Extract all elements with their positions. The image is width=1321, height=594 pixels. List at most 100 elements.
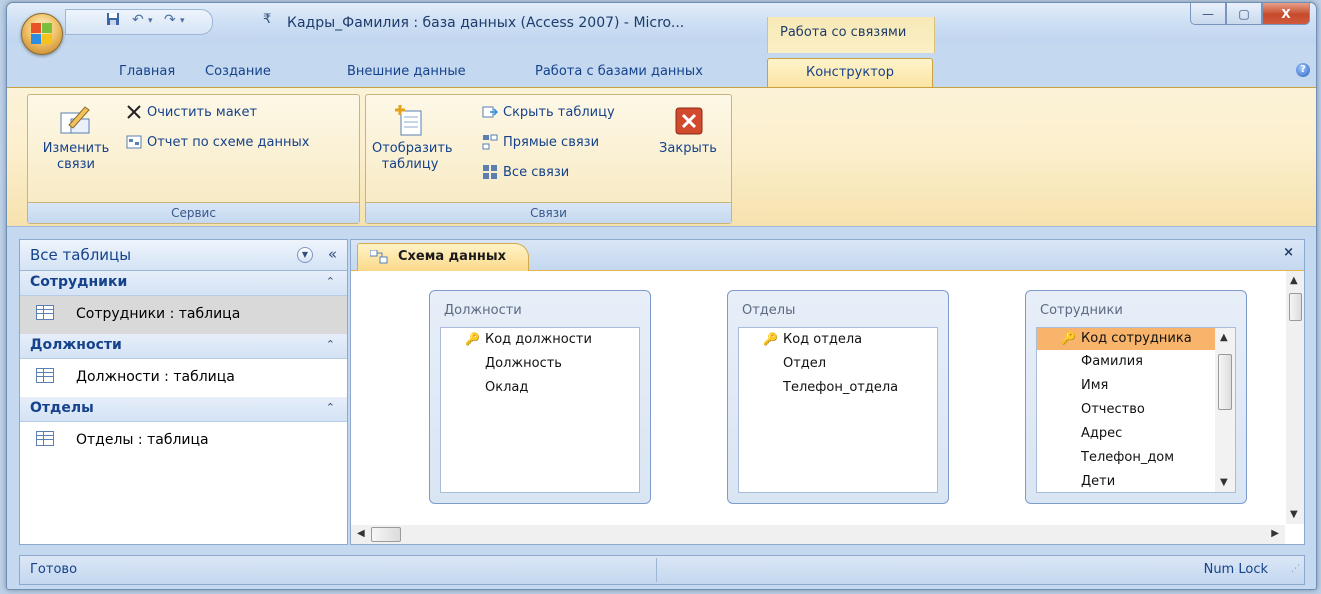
relationships-document: Схема данных × Должности 🔑 Код должности… <box>350 239 1305 545</box>
report-icon <box>126 134 142 150</box>
clear-layout-button[interactable]: Очистить макет <box>126 101 257 123</box>
collapse-pane-icon[interactable]: « <box>328 245 337 263</box>
table-box-title: Сотрудники <box>1040 303 1123 318</box>
chevron-down-icon[interactable]: ▼ <box>297 247 313 263</box>
nav-item-positions-table[interactable]: Должности : таблица <box>20 359 347 397</box>
document-tab-bar: Схема данных × <box>351 240 1304 271</box>
ribbon: Изменить связи Очистить макет Отчет по с… <box>7 87 1316 227</box>
tab-create[interactable]: Создание <box>205 64 271 79</box>
nav-title: Все таблицы <box>30 246 132 264</box>
table-box-departments[interactable]: Отделы 🔑 Код отдела Отдел Телефон_отдела <box>727 290 949 504</box>
primary-key-icon: 🔑 <box>465 332 480 346</box>
scroll-thumb[interactable] <box>1218 354 1232 410</box>
nav-group-departments[interactable]: Отделы ⌃ <box>20 397 347 422</box>
tab-database-tools[interactable]: Работа с базами данных <box>535 64 703 79</box>
undo-icon[interactable]: ↶ <box>132 12 144 28</box>
ribbon-tabs: Главная Создание Внешние данные Работа с… <box>7 55 1316 89</box>
field-item[interactable]: Адрес <box>1081 426 1122 441</box>
edit-links-icon <box>59 103 93 137</box>
canvas-vertical-scrollbar[interactable]: ▲ ▼ <box>1286 271 1304 524</box>
primary-key-icon: 🔑 <box>1061 331 1076 345</box>
close-designer-button[interactable]: Закрыть <box>648 103 728 157</box>
field-item[interactable]: Телефон_дом <box>1081 450 1174 465</box>
chevron-up-icon[interactable]: ⌃ <box>326 275 335 288</box>
status-bar: Готово Num Lock ⋰ <box>19 555 1305 585</box>
scroll-down-arrow-icon[interactable]: ▼ <box>1290 509 1298 520</box>
scroll-left-arrow-icon[interactable]: ◀ <box>357 528 365 539</box>
scroll-up-arrow-icon[interactable]: ▲ <box>1290 275 1298 286</box>
edit-links-button[interactable]: Изменить связи <box>32 103 120 173</box>
hide-table-button[interactable]: Скрыть таблицу <box>482 101 615 123</box>
field-item[interactable]: Оклад <box>485 380 528 395</box>
field-item[interactable]: Код отдела <box>783 332 862 347</box>
close-window-button[interactable]: X <box>1262 3 1310 25</box>
table-box-title: Должности <box>444 303 522 318</box>
close-red-x-icon <box>671 103 705 137</box>
group-service: Изменить связи Очистить макет Отчет по с… <box>27 94 360 224</box>
undo-dropdown-icon[interactable]: ▾ <box>148 16 153 26</box>
table-box-title: Отделы <box>742 303 796 318</box>
group-service-label: Сервис <box>28 202 359 223</box>
window-title: Кадры_Фамилия : база данных (Access 2007… <box>287 15 685 31</box>
chevron-up-icon[interactable]: ⌃ <box>326 401 335 414</box>
help-icon[interactable]: ? <box>1296 63 1310 77</box>
field-item[interactable]: Код должности <box>485 332 592 347</box>
office-button[interactable] <box>21 13 63 55</box>
canvas-horizontal-scrollbar[interactable]: ◀ ▶ <box>351 525 1285 544</box>
field-item[interactable]: Отчество <box>1081 402 1145 417</box>
save-icon[interactable] <box>106 12 120 30</box>
all-links-button[interactable]: Все связи <box>482 161 569 183</box>
field-item[interactable]: Фамилия <box>1081 354 1143 369</box>
field-item[interactable]: Должность <box>485 356 562 371</box>
nav-group-employees[interactable]: Сотрудники ⌃ <box>20 271 347 296</box>
group-links-label: Связи <box>366 202 731 223</box>
tab-relationships[interactable]: Схема данных <box>357 243 529 271</box>
field-item[interactable]: Телефон_отдела <box>783 380 898 395</box>
scroll-up-arrow-icon[interactable]: ▲ <box>1220 332 1228 343</box>
customize-qat-icon[interactable]: ₹ <box>263 12 271 27</box>
field-item[interactable]: Дети <box>1081 474 1115 489</box>
clear-x-icon <box>126 104 142 120</box>
relationships-canvas[interactable]: Должности 🔑 Код должности Должность Окла… <box>351 271 1285 524</box>
field-item[interactable]: Отдел <box>783 356 826 371</box>
nav-group-positions[interactable]: Должности ⌃ <box>20 334 347 359</box>
table-box-positions[interactable]: Должности 🔑 Код должности Должность Окла… <box>429 290 651 504</box>
field-list-scrollbar[interactable]: ▲ ▼ <box>1215 327 1236 493</box>
primary-key-icon: 🔑 <box>763 332 778 346</box>
scroll-right-arrow-icon[interactable]: ▶ <box>1271 528 1279 539</box>
resize-grip-icon[interactable]: ⋰ <box>1286 565 1300 581</box>
show-table-icon <box>393 103 427 137</box>
table-icon <box>36 305 54 320</box>
hide-table-icon <box>482 104 499 120</box>
status-divider <box>656 558 657 582</box>
relationships-icon <box>369 249 388 268</box>
window-controls: — ▢ X <box>1190 3 1310 25</box>
table-icon <box>36 368 54 383</box>
nav-item-employees-table[interactable]: Сотрудники : таблица <box>20 296 347 334</box>
relationship-report-button[interactable]: Отчет по схеме данных <box>126 131 309 153</box>
show-table-button[interactable]: Отобразить таблицу <box>372 103 453 173</box>
navigation-pane: Все таблицы ▼ « Сотрудники ⌃ Сотрудники … <box>19 239 348 545</box>
tab-home[interactable]: Главная <box>119 64 175 79</box>
direct-links-button[interactable]: Прямые связи <box>482 131 599 153</box>
nav-header[interactable]: Все таблицы ▼ « <box>20 240 347 271</box>
maximize-button[interactable]: ▢ <box>1226 3 1262 25</box>
status-text: Готово <box>30 562 78 577</box>
scroll-down-arrow-icon[interactable]: ▼ <box>1220 477 1228 488</box>
scroll-thumb[interactable] <box>371 527 401 542</box>
tab-external-data[interactable]: Внешние данные <box>347 64 466 79</box>
redo-dropdown-icon[interactable]: ▾ <box>180 16 185 26</box>
field-list: 🔑 Код отдела Отдел Телефон_отдела <box>738 327 938 493</box>
tab-designer[interactable]: Конструктор <box>767 58 933 89</box>
chevron-up-icon[interactable]: ⌃ <box>326 338 335 351</box>
group-links: Отобразить таблицу Скрыть таблицу Прямые… <box>365 94 732 224</box>
field-list: 🔑 Код должности Должность Оклад <box>440 327 640 493</box>
num-lock-indicator: Num Lock <box>1203 562 1268 577</box>
scroll-thumb[interactable] <box>1289 293 1302 321</box>
close-icon[interactable]: × <box>1283 245 1294 260</box>
table-box-employees[interactable]: Сотрудники Код сотрудника 🔑 Фамилия Имя … <box>1025 290 1247 504</box>
minimize-button[interactable]: — <box>1190 3 1226 25</box>
redo-icon[interactable]: ↷ <box>164 12 176 28</box>
field-item[interactable]: Имя <box>1081 378 1108 393</box>
nav-item-departments-table[interactable]: Отделы : таблица <box>20 422 347 460</box>
